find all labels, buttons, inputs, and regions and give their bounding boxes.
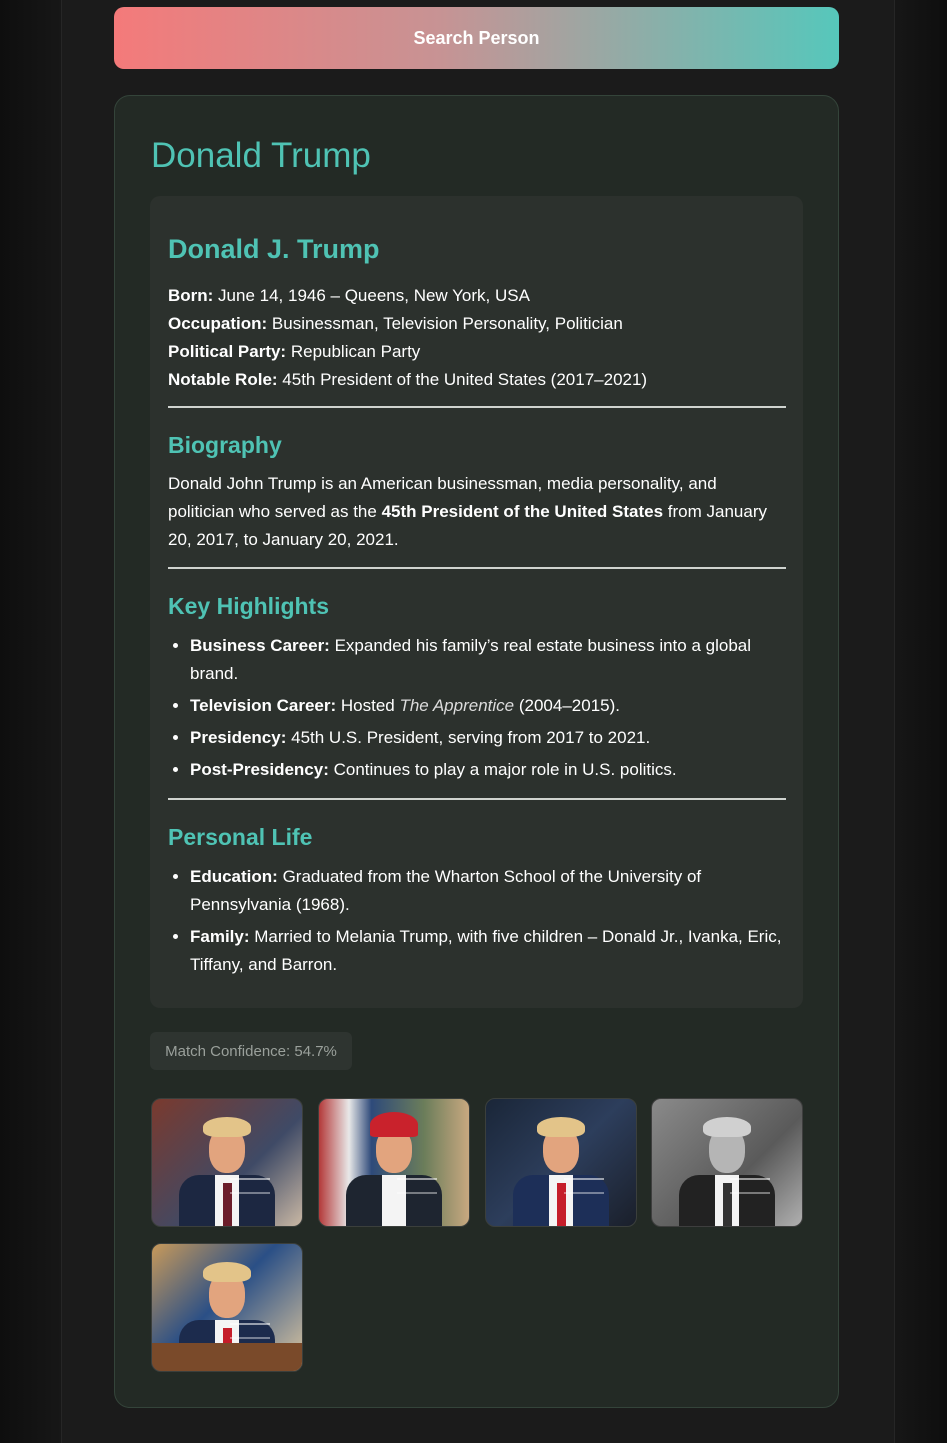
divider <box>168 567 786 569</box>
item-label: Family: <box>190 927 250 946</box>
right-background-shade <box>892 0 947 1443</box>
info-box: Donald J. Trump Born: June 14, 1946 – Qu… <box>150 196 803 1008</box>
photo-figure <box>703 1116 751 1138</box>
item-text: Married to Melania Trump, with five chil… <box>190 927 782 974</box>
item-label: Television Career: <box>190 696 337 715</box>
fact-value: 45th President of the United States (201… <box>277 370 648 389</box>
fact-value: Businessman, Television Personality, Pol… <box>267 314 623 333</box>
biography-heading: Biography <box>168 432 282 458</box>
list-item: Post-Presidency: Continues to play a maj… <box>190 756 786 784</box>
key-highlights-list: Business Career: Expanded his family’s r… <box>168 632 786 788</box>
photo-thumbnail[interactable] <box>318 1098 470 1227</box>
left-background-shade <box>0 0 62 1443</box>
item-text-after: (2004–2015). <box>514 696 620 715</box>
photo-figure <box>203 1116 251 1138</box>
search-person-button[interactable]: Search Person <box>114 7 839 69</box>
fact-value: June 14, 1946 – Queens, New York, USA <box>213 286 530 305</box>
facts-list: Born: June 14, 1946 – Queens, New York, … <box>168 282 647 394</box>
watermark <box>397 1177 437 1194</box>
fact-political-party: Political Party: Republican Party <box>168 338 647 366</box>
full-name-heading: Donald J. Trump <box>168 234 380 264</box>
photo-thumbnail[interactable] <box>151 1243 303 1372</box>
list-item: Education: Graduated from the Wharton Sc… <box>190 863 786 919</box>
item-label: Post-Presidency: <box>190 760 329 779</box>
item-label: Education: <box>190 867 278 886</box>
watermark <box>230 1177 270 1194</box>
item-italic-title: The Apprentice <box>399 696 515 715</box>
list-item: Family: Married to Melania Trump, with f… <box>190 923 786 979</box>
divider <box>168 406 786 408</box>
item-label: Presidency: <box>190 728 287 747</box>
list-item: Television Career: Hosted The Apprentice… <box>190 692 786 720</box>
result-card: Donald Trump Donald J. Trump Born: June … <box>114 95 839 1408</box>
biography-text-bold: 45th President of the United States <box>381 502 664 521</box>
photo-thumbnail[interactable] <box>151 1098 303 1227</box>
fact-notable-role: Notable Role: 45th President of the Unit… <box>168 366 647 394</box>
list-item: Presidency: 45th U.S. President, serving… <box>190 724 786 752</box>
fact-label: Political Party: <box>168 342 287 361</box>
match-confidence-badge: Match Confidence: 54.7% <box>150 1032 352 1070</box>
personal-life-heading: Personal Life <box>168 824 313 850</box>
photo-thumbnail[interactable] <box>651 1098 803 1227</box>
desk <box>152 1343 302 1371</box>
divider <box>168 798 786 800</box>
watermark <box>730 1177 770 1194</box>
fact-occupation: Occupation: Businessman, Television Pers… <box>168 310 647 338</box>
list-item: Business Career: Expanded his family’s r… <box>190 632 786 688</box>
fact-born: Born: June 14, 1946 – Queens, New York, … <box>168 282 647 310</box>
watermark <box>230 1322 270 1339</box>
personal-life-list: Education: Graduated from the Wharton Sc… <box>168 863 786 983</box>
photo-figure <box>370 1111 418 1138</box>
fact-label: Born: <box>168 286 214 305</box>
fact-value: Republican Party <box>286 342 421 361</box>
photo-thumbnail[interactable] <box>485 1098 637 1227</box>
item-text: 45th U.S. President, serving from 2017 t… <box>286 728 651 747</box>
item-text: Hosted <box>336 696 400 715</box>
key-highlights-heading: Key Highlights <box>168 593 330 619</box>
watermark <box>564 1177 604 1194</box>
biography-text: Donald John Trump is an American busines… <box>168 470 786 554</box>
item-label: Business Career: <box>190 636 330 655</box>
photo-figure <box>537 1116 585 1138</box>
item-text: Continues to play a major role in U.S. p… <box>328 760 677 779</box>
fact-label: Occupation: <box>168 314 268 333</box>
page-title: Donald Trump <box>151 136 371 175</box>
fact-label: Notable Role: <box>168 370 278 389</box>
photo-figure <box>203 1261 251 1283</box>
